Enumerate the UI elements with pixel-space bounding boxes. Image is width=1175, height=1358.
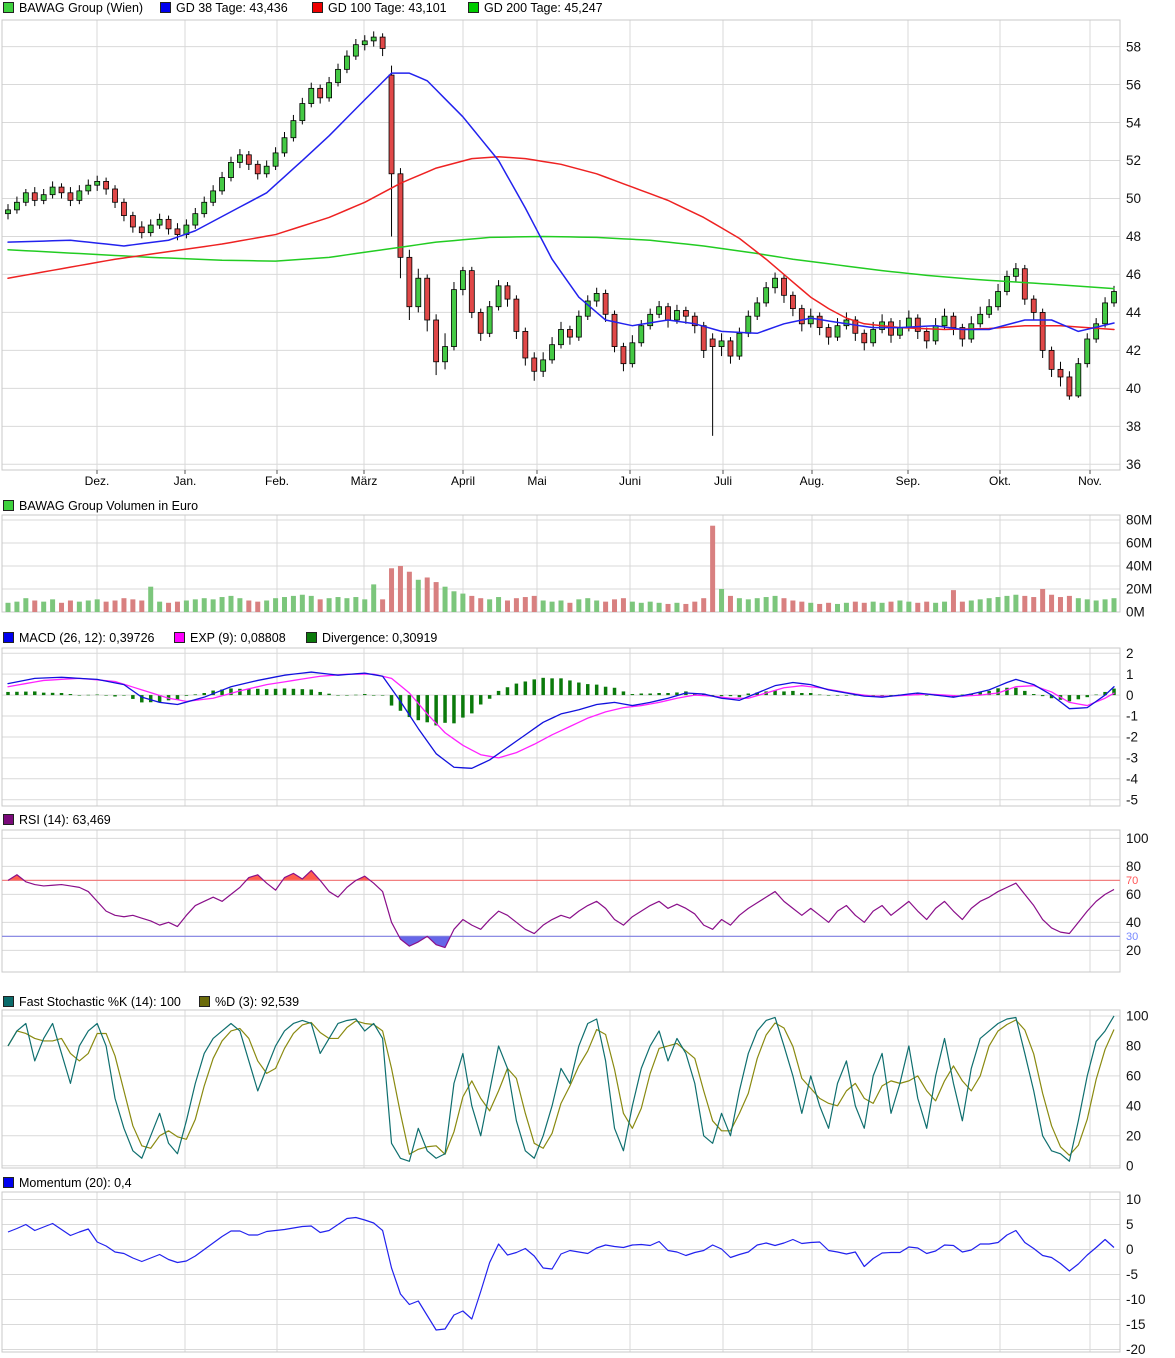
- svg-text:50: 50: [1126, 191, 1141, 206]
- series-swatch-icon: [3, 1177, 14, 1188]
- legend-label: Divergence: 0,30919: [322, 631, 437, 645]
- svg-text:100: 100: [1126, 831, 1149, 846]
- svg-text:1: 1: [1126, 667, 1134, 682]
- svg-text:48: 48: [1126, 229, 1141, 244]
- series-swatch-icon: [468, 2, 479, 13]
- svg-text:42: 42: [1126, 343, 1141, 358]
- legend-item: BAWAG Group Volumen in Euro: [3, 499, 198, 513]
- svg-text:Sep.: Sep.: [896, 474, 921, 488]
- legend-label: BAWAG Group (Wien): [19, 1, 143, 15]
- legend-item: GD 38 Tage: 43,436: [160, 1, 288, 15]
- svg-text:Mai: Mai: [527, 474, 546, 488]
- legend-item: GD 200 Tage: 45,247: [468, 1, 603, 15]
- svg-text:100: 100: [1126, 1009, 1149, 1024]
- svg-text:46: 46: [1126, 267, 1141, 282]
- svg-text:Nov.: Nov.: [1078, 474, 1102, 488]
- svg-text:5: 5: [1126, 1217, 1134, 1232]
- svg-text:80: 80: [1126, 1039, 1141, 1054]
- svg-text:-1: -1: [1126, 709, 1138, 724]
- svg-text:Aug.: Aug.: [800, 474, 825, 488]
- svg-text:36: 36: [1126, 457, 1141, 472]
- legend-label: BAWAG Group Volumen in Euro: [19, 499, 198, 513]
- legend-item: BAWAG Group (Wien): [3, 1, 143, 15]
- legend-label: GD 100 Tage: 43,101: [328, 1, 447, 15]
- svg-text:0: 0: [1126, 688, 1134, 703]
- svg-text:80: 80: [1126, 859, 1141, 874]
- series-swatch-icon: [3, 996, 14, 1007]
- legend-item: EXP (9): 0,08808: [174, 631, 286, 645]
- series-swatch-icon: [160, 2, 171, 13]
- legend-item: Momentum (20): 0,4: [3, 1176, 132, 1190]
- series-swatch-icon: [3, 2, 14, 13]
- legend-item: Fast Stochastic %K (14): 100: [3, 995, 181, 1009]
- svg-text:Feb.: Feb.: [265, 474, 289, 488]
- svg-text:56: 56: [1126, 77, 1141, 92]
- svg-text:20: 20: [1126, 1129, 1141, 1144]
- svg-text:40M: 40M: [1126, 559, 1152, 574]
- svg-text:52: 52: [1126, 153, 1141, 168]
- legend-label: %D (3): 92,539: [215, 995, 299, 1009]
- svg-text:54: 54: [1126, 115, 1142, 130]
- series-swatch-icon: [3, 814, 14, 825]
- legend-label: MACD (26, 12): 0,39726: [19, 631, 155, 645]
- svg-text:-15: -15: [1126, 1317, 1146, 1332]
- svg-text:-3: -3: [1126, 751, 1138, 766]
- legend-item: %D (3): 92,539: [199, 995, 299, 1009]
- svg-text:38: 38: [1126, 419, 1141, 434]
- svg-text:-5: -5: [1126, 1267, 1138, 1282]
- series-swatch-icon: [199, 996, 210, 1007]
- legend-item: MACD (26, 12): 0,39726: [3, 631, 155, 645]
- svg-text:-4: -4: [1126, 772, 1138, 787]
- svg-text:60: 60: [1126, 887, 1141, 902]
- legend-item: RSI (14): 63,469: [3, 813, 111, 827]
- series-swatch-icon: [3, 500, 14, 511]
- svg-text:40: 40: [1126, 381, 1141, 396]
- svg-text:10: 10: [1126, 1192, 1141, 1207]
- svg-text:58: 58: [1126, 39, 1141, 54]
- svg-text:40: 40: [1126, 1099, 1141, 1114]
- legend-label: GD 38 Tage: 43,436: [176, 1, 288, 15]
- svg-text:30: 30: [1126, 931, 1138, 943]
- series-swatch-icon: [312, 2, 323, 13]
- svg-text:2: 2: [1126, 646, 1134, 661]
- svg-text:0M: 0M: [1126, 605, 1145, 620]
- svg-text:Jan.: Jan.: [174, 474, 197, 488]
- svg-text:April: April: [451, 474, 475, 488]
- svg-text:Okt.: Okt.: [989, 474, 1011, 488]
- legend-label: GD 200 Tage: 45,247: [484, 1, 603, 15]
- series-swatch-icon: [306, 632, 317, 643]
- bawag-technical-chart: 58565452504846444240383680M60M40M20M0M21…: [0, 0, 1175, 1358]
- svg-text:70: 70: [1126, 875, 1138, 887]
- svg-text:-10: -10: [1126, 1292, 1146, 1307]
- legend-label: EXP (9): 0,08808: [190, 631, 286, 645]
- svg-text:20: 20: [1126, 943, 1141, 958]
- svg-text:0: 0: [1126, 1158, 1134, 1173]
- chart-canvas: 58565452504846444240383680M60M40M20M0M21…: [0, 0, 1175, 1358]
- svg-text:Juni: Juni: [619, 474, 641, 488]
- legend-label: RSI (14): 63,469: [19, 813, 111, 827]
- svg-text:40: 40: [1126, 915, 1141, 930]
- svg-text:Juli: Juli: [714, 474, 732, 488]
- series-swatch-icon: [3, 632, 14, 643]
- svg-text:März: März: [351, 474, 378, 488]
- svg-text:80M: 80M: [1126, 513, 1152, 528]
- svg-text:Dez.: Dez.: [85, 474, 110, 488]
- svg-text:-5: -5: [1126, 792, 1138, 807]
- svg-text:0: 0: [1126, 1242, 1134, 1257]
- legend-label: Fast Stochastic %K (14): 100: [19, 995, 181, 1009]
- svg-text:20M: 20M: [1126, 582, 1152, 597]
- legend-item: GD 100 Tage: 43,101: [312, 1, 447, 15]
- legend-item: Divergence: 0,30919: [306, 631, 437, 645]
- svg-text:44: 44: [1126, 305, 1142, 320]
- svg-text:-20: -20: [1126, 1342, 1146, 1357]
- svg-text:60: 60: [1126, 1069, 1141, 1084]
- series-swatch-icon: [174, 632, 185, 643]
- svg-text:60M: 60M: [1126, 536, 1152, 551]
- svg-text:-2: -2: [1126, 730, 1138, 745]
- legend-label: Momentum (20): 0,4: [19, 1176, 132, 1190]
